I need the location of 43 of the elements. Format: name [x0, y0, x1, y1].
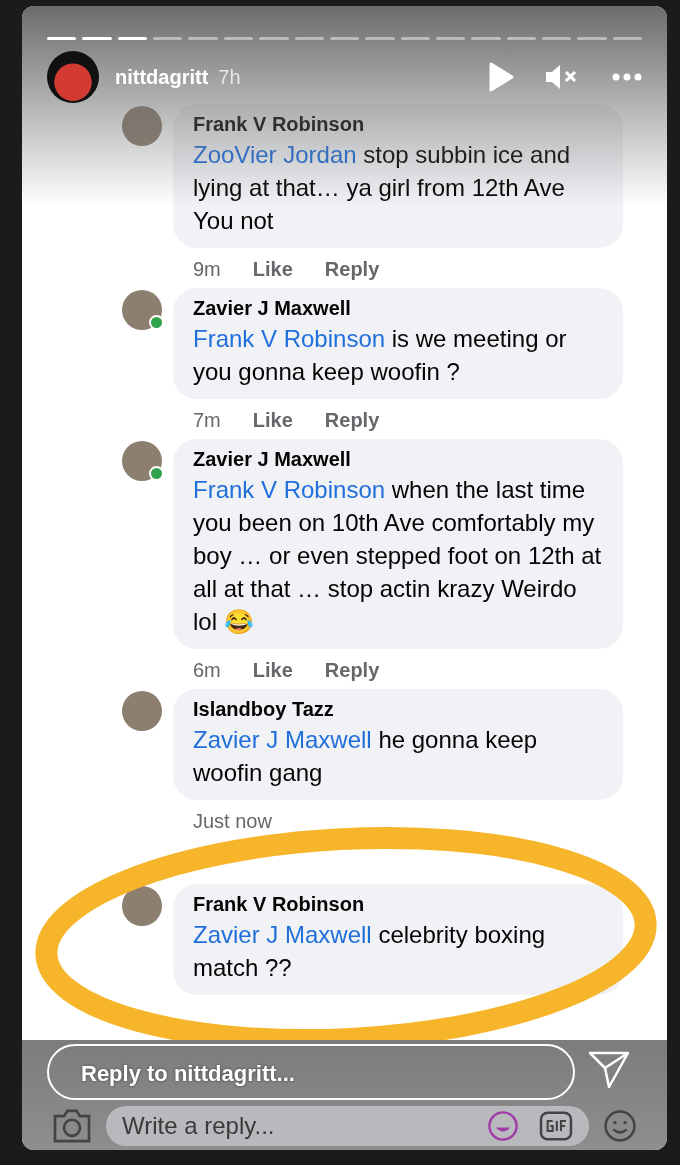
mention-link[interactable]: Zavier J Maxwell [193, 726, 372, 753]
comment-text: Frank V Robinson when the last time you been on 10th Ave comfortably my boy … or even stepped foot on 12th at all at that … stop actin krazy Weirdo lol 😂 [193, 475, 603, 637]
comment-time: 7m [193, 409, 221, 433]
comment-time: Just now [193, 810, 272, 834]
like-link[interactable]: Like [252, 258, 293, 288]
comment-time: 9m [193, 258, 221, 282]
avatar[interactable] [122, 290, 162, 330]
comment-time: 6m [193, 659, 221, 683]
send-icon[interactable] [588, 1050, 630, 1090]
avatar[interactable] [122, 886, 162, 926]
author-name[interactable]: Frank V Robinson [193, 113, 603, 136]
mention-link[interactable]: Frank V Robinson [193, 476, 386, 503]
comment-field[interactable]: Write a reply... [106, 1106, 589, 1146]
mention-link[interactable]: Frank V Robinson [193, 325, 386, 352]
reply-link[interactable]: Reply [324, 258, 380, 288]
reply-link[interactable]: Reply [324, 659, 380, 689]
mention-link[interactable]: ZooVier Jordan [193, 141, 357, 168]
reply-link[interactable]: Reply [324, 409, 380, 439]
emoji-icon[interactable] [603, 1109, 637, 1143]
mute-icon[interactable] [544, 62, 578, 92]
camera-icon[interactable] [52, 1109, 92, 1143]
play-icon[interactable] [488, 62, 514, 92]
more-icon[interactable] [612, 73, 642, 81]
author-name[interactable]: Zavier J Maxwell [193, 448, 603, 471]
like-link[interactable]: Like [252, 659, 293, 689]
comment-text: Zavier J Maxwell celebrity boxing match ?? [193, 920, 547, 983]
placeholder-text: Write a reply... [122, 1112, 275, 1140]
avatar[interactable] [122, 106, 162, 146]
comment-text: ZooVier Jordan stop subbin ice and lying at that… ya girl from 12th Ave You not [193, 140, 572, 236]
reply-field[interactable]: Reply to nittdagritt... [47, 1044, 575, 1100]
author-name[interactable]: Islandboy Tazz [193, 698, 603, 721]
author-name[interactable]: Frank V Robinson [193, 893, 603, 916]
sticker-icon[interactable] [487, 1110, 519, 1142]
avatar[interactable] [122, 691, 162, 731]
mention-link[interactable]: Zavier J Maxwell [193, 921, 372, 948]
gif-icon[interactable] [539, 1111, 573, 1141]
comment-text: Frank V Robinson is we meeting or you gonna keep woofin ? [193, 324, 568, 387]
like-link[interactable]: Like [252, 409, 293, 439]
avatar[interactable] [122, 441, 162, 481]
comment-text: Zavier J Maxwell he gonna keep woofin gang [193, 725, 539, 788]
author-name[interactable]: Zavier J Maxwell [193, 297, 603, 320]
profile-avatar[interactable] [47, 51, 99, 103]
post-time: 7h [218, 65, 241, 89]
